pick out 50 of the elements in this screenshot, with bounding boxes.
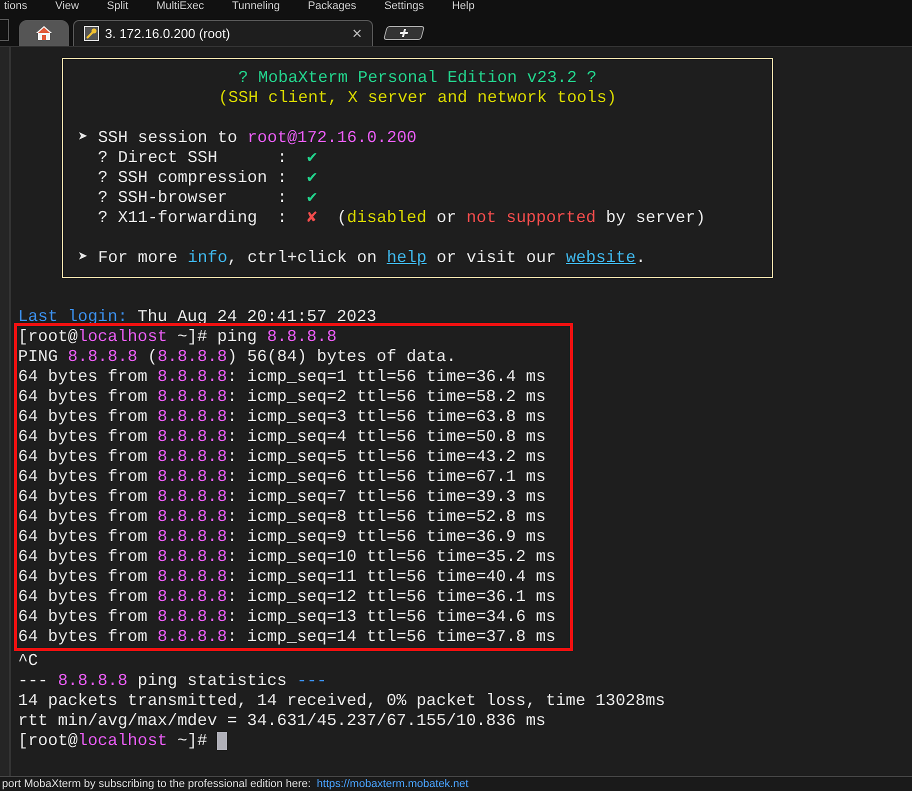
terminal-line: 14 packets transmitted, 14 received, 0% packet loss, time 13028ms — [18, 691, 666, 711]
home-tab[interactable] — [19, 20, 69, 46]
terminal-line: (SSH client, X server and network tools) — [217, 88, 618, 108]
terminal-line: 64 bytes from 8.8.8.8: icmp_seq=13 ttl=56 time=34.6 ms — [18, 607, 557, 627]
menu-item[interactable]: Help — [452, 0, 475, 14]
status-text: port MobaXterm by subscribing to the professional edition here: — [2, 777, 311, 791]
terminal-line: 64 bytes from 8.8.8.8: icmp_seq=4 ttl=56 time=50.8 ms — [18, 427, 547, 447]
terminal-line: 64 bytes from 8.8.8.8: icmp_seq=1 ttl=56 time=36.4 ms — [18, 367, 547, 387]
menu-item[interactable]: MultiExec — [156, 0, 204, 14]
terminal-line: 64 bytes from 8.8.8.8: icmp_seq=9 ttl=56 time=36.9 ms — [18, 527, 547, 547]
terminal-line: --- 8.8.8.8 ping statistics --- — [18, 671, 328, 691]
terminal-line: 64 bytes from 8.8.8.8: icmp_seq=5 ttl=56 time=43.2 ms — [18, 447, 547, 467]
close-icon[interactable]: × — [352, 24, 362, 44]
terminal-line: ? SSH-browser : ✔ — [96, 188, 318, 208]
terminal-line: PING 8.8.8.8 (8.8.8.8) 56(84) bytes of data. — [18, 347, 458, 367]
link[interactable]: website — [566, 248, 636, 267]
terminal-line: ➤ For more info, ctrl+click on help or visit our website. — [78, 248, 647, 268]
menu-item[interactable]: Settings — [384, 0, 424, 14]
menu-item[interactable]: tions — [4, 0, 28, 14]
key-icon — [84, 26, 99, 41]
terminal-line: 64 bytes from 8.8.8.8: icmp_seq=8 ttl=56 time=52.8 ms — [18, 507, 547, 527]
menu-item[interactable]: Tunneling — [232, 0, 280, 14]
terminal-line: rtt min/avg/max/mdev = 34.631/45.237/67.155/10.836 ms — [18, 711, 547, 731]
tab-label: 3. 172.16.0.200 (root) — [105, 26, 232, 41]
terminal-line: 64 bytes from 8.8.8.8: icmp_seq=10 ttl=56 time=35.2 ms — [18, 547, 557, 567]
terminal-line: 64 bytes from 8.8.8.8: icmp_seq=12 ttl=56 time=36.1 ms — [18, 587, 557, 607]
new-tab-button[interactable] — [383, 26, 425, 40]
terminal-line: 64 bytes from 8.8.8.8: icmp_seq=2 ttl=56 time=58.2 ms — [18, 387, 547, 407]
terminal-line: 64 bytes from 8.8.8.8: icmp_seq=6 ttl=56 time=67.1 ms — [18, 467, 547, 487]
menu-item[interactable]: Packages — [308, 0, 356, 14]
terminal-line: 64 bytes from 8.8.8.8: icmp_seq=3 ttl=56 time=63.8 ms — [18, 407, 547, 427]
terminal-line: ^C — [18, 651, 39, 671]
terminal-line: 64 bytes from 8.8.8.8: icmp_seq=14 ttl=56 time=37.8 ms — [18, 627, 557, 647]
terminal-line: ➤ SSH session to root@172.16.0.200 — [78, 128, 418, 148]
link[interactable]: https://mobaxterm.mobatek.net — [316, 777, 468, 791]
terminal-line: 64 bytes from 8.8.8.8: icmp_seq=7 ttl=56 time=39.3 ms — [18, 487, 547, 507]
sidebar-toggle[interactable] — [0, 19, 9, 41]
session-tab[interactable]: 3. 172.16.0.200 (root) × — [73, 20, 373, 46]
terminal-line: ? SSH compression : ✔ — [96, 168, 318, 188]
house-icon — [35, 25, 53, 41]
link[interactable]: help — [386, 248, 427, 267]
terminal-line: ? Direct SSH : ✔ — [96, 148, 318, 168]
plus-icon — [398, 29, 410, 37]
terminal-line: 64 bytes from 8.8.8.8: icmp_seq=11 ttl=56 time=40.4 ms — [18, 567, 557, 587]
terminal-line: [root@localhost ~]# — [18, 731, 912, 751]
terminal-line: [root@localhost ~]# ping 8.8.8.8 — [18, 327, 338, 347]
terminal-line: ? MobaXterm Personal Edition v23.2 ? — [237, 68, 598, 88]
menu-item[interactable]: View — [55, 0, 79, 14]
terminal-line: ? X11-forwarding : ✘ (disabled or not supported by server) — [96, 208, 706, 228]
menu-item[interactable]: Split — [106, 0, 128, 14]
